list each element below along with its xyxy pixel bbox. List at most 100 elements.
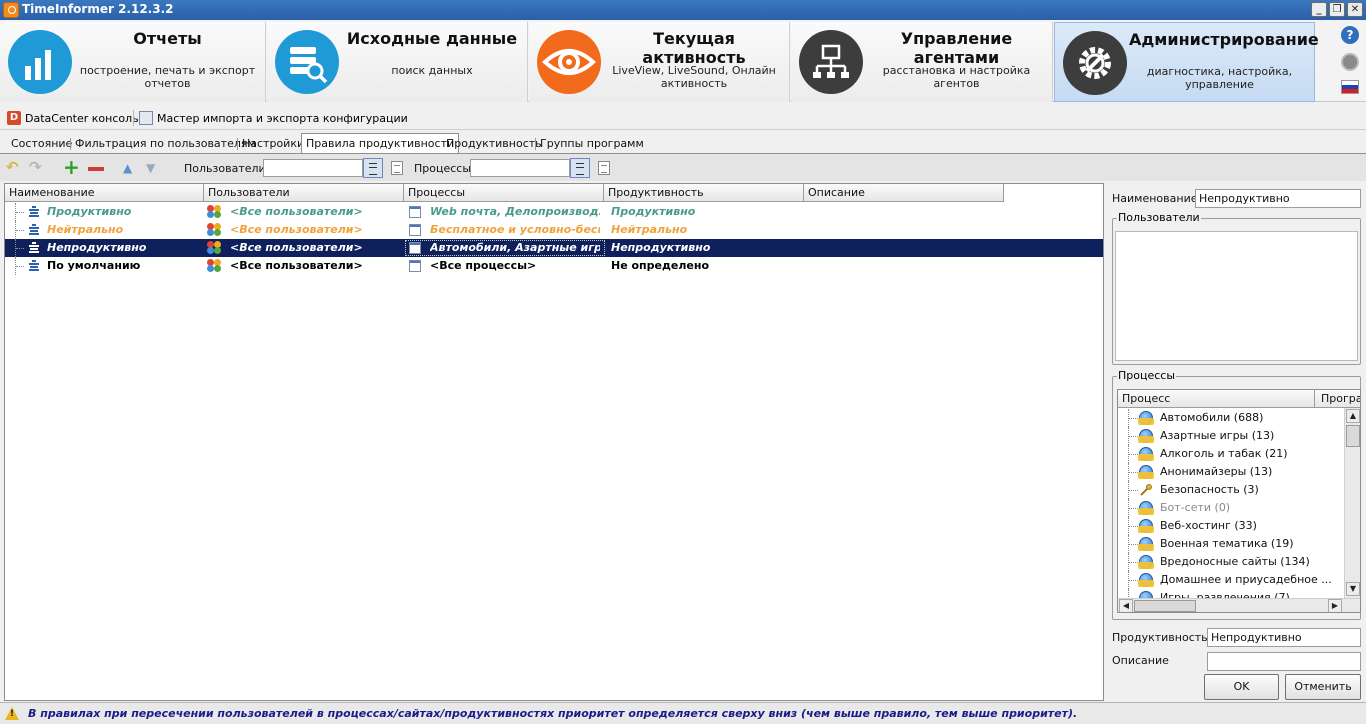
import-export-wizard-button[interactable]: Мастер импорта и экспорта конфигурации	[139, 109, 408, 127]
users-filter-input[interactable]	[263, 159, 363, 177]
table-row[interactable]: По умолчанию <Все пользователи> <Все проце…	[5, 257, 1103, 275]
globe-icon	[1138, 501, 1154, 515]
description-label: Описание	[1112, 654, 1169, 667]
cell-users: <Все пользователи>	[230, 259, 363, 272]
cell-processes: Бесплатное и условно-бесп...	[430, 223, 600, 236]
nav-title: Исходные данные	[346, 29, 518, 48]
list-item[interactable]: Военная тематика (19)	[1118, 535, 1344, 553]
tree-connector	[1128, 517, 1138, 535]
column-header-name[interactable]: Наименование	[5, 184, 204, 202]
productivity-select[interactable]: Непродуктивно	[1207, 628, 1361, 647]
tree-connector	[1128, 499, 1138, 517]
scroll-up-arrow[interactable]: ▲	[1346, 409, 1360, 423]
processes-filter-button[interactable]	[570, 158, 590, 178]
users-group-icon	[207, 205, 223, 219]
table-row[interactable]: Продуктивно <Все пользователи> Web почта, …	[5, 203, 1103, 221]
remove-rule-icon[interactable]	[88, 167, 104, 171]
tree-connector	[1128, 409, 1138, 427]
scroll-left-arrow[interactable]: ◀	[1119, 599, 1133, 612]
productivity-label: Продуктивность	[1112, 631, 1208, 644]
move-down-icon[interactable]: ▼	[146, 160, 162, 176]
list-item[interactable]: Домашнее и приусадебное ...	[1118, 571, 1344, 589]
nav-subtitle: расстановка и настройка агентов	[882, 64, 1031, 90]
users-filter-button[interactable]	[363, 158, 383, 178]
minimize-button[interactable]: _	[1311, 2, 1327, 17]
column-header-users[interactable]: Пользователи	[204, 184, 404, 202]
scroll-down-arrow[interactable]: ▼	[1346, 582, 1360, 596]
tab-program-groups[interactable]: Группы программ	[536, 135, 648, 153]
tab-productivity[interactable]: Продуктивность	[442, 135, 546, 153]
status-message: В правилах при пересечении пользователей…	[28, 707, 1078, 720]
cancel-button[interactable]: Отменить	[1285, 674, 1361, 700]
cell-users: <Все пользователи>	[230, 241, 363, 254]
tab-status[interactable]: Состояние	[7, 135, 76, 153]
cell-productivity: Непродуктивно	[611, 241, 711, 254]
users-list[interactable]	[1115, 231, 1358, 361]
list-item[interactable]: Алкоголь и табак (21)	[1118, 445, 1344, 463]
wizard-icon	[139, 111, 153, 125]
tab-productivity-rules[interactable]: Правила продуктивности	[301, 133, 460, 153]
cell-users: <Все пользователи>	[230, 205, 363, 218]
rule-icon	[28, 223, 40, 237]
users-group-icon	[207, 259, 223, 273]
column-header-processes[interactable]: Процессы	[404, 184, 604, 202]
column-header-description[interactable]: Описание	[804, 184, 1004, 202]
list-item[interactable]: Безопасность (3)	[1118, 481, 1344, 499]
processes-tree[interactable]: Процесс Програ Автомобили (688) Азартные …	[1117, 389, 1361, 613]
scroll-right-arrow[interactable]: ▶	[1328, 599, 1342, 612]
gear-wrench-icon	[1063, 31, 1127, 95]
users-group-title: Пользователи	[1117, 211, 1201, 224]
cell-name: По умолчанию	[47, 259, 141, 272]
globe-icon	[1138, 465, 1154, 479]
list-item[interactable]: Веб-хостинг (33)	[1118, 517, 1344, 535]
ok-button[interactable]: OK	[1204, 674, 1279, 700]
list-item[interactable]: Автомобили (688)	[1118, 409, 1344, 427]
settings-icon[interactable]	[1341, 53, 1359, 71]
nav-tile-agents[interactable]: Управление агентами расстановка и настро…	[791, 22, 1053, 102]
scroll-thumb[interactable]	[1346, 425, 1360, 447]
processes-horizontal-scrollbar[interactable]: ◀ ▶	[1118, 598, 1360, 612]
table-row[interactable]: Нейтрально <Все пользователи> Бесплатное и…	[5, 221, 1103, 239]
move-up-icon[interactable]: ▲	[123, 160, 139, 176]
tab-settings[interactable]: Настройки	[238, 135, 308, 153]
column-header-program[interactable]: Програ	[1315, 390, 1360, 408]
users-filter-clear-icon[interactable]	[391, 161, 403, 175]
processes-filter-input[interactable]	[470, 159, 570, 177]
datacenter-console-button[interactable]: D DataCenter консоль	[7, 109, 139, 127]
processes-filter-clear-icon[interactable]	[598, 161, 610, 175]
list-item[interactable]: Бот-сети (0)	[1118, 499, 1344, 517]
rule-name-input[interactable]: Непродуктивно	[1195, 189, 1361, 208]
column-header-process[interactable]: Процесс	[1118, 390, 1315, 408]
tab-user-filtering[interactable]: Фильтрация по пользователям	[71, 135, 260, 153]
russian-flag-icon[interactable]	[1341, 80, 1359, 94]
users-filter-label: Пользователи	[184, 162, 266, 175]
cell-processes: Web почта, Делопроизвод...	[430, 205, 600, 218]
rule-icon	[28, 205, 40, 219]
description-input[interactable]	[1207, 652, 1361, 671]
tree-connector	[1128, 463, 1138, 481]
list-item[interactable]: Анонимайзеры (13)	[1118, 463, 1344, 481]
scroll-thumb-horizontal[interactable]	[1134, 600, 1196, 612]
list-item[interactable]: Азартные игры (13)	[1118, 427, 1344, 445]
help-icon[interactable]: ?	[1341, 26, 1359, 44]
cell-name: Нейтрально	[47, 223, 124, 236]
nav-title: Управление агентами	[900, 29, 1013, 67]
nav-tile-reports[interactable]: Отчеты построение, печать и экспорт отче…	[0, 22, 266, 102]
list-item[interactable]: Вредоносные сайты (134)	[1118, 553, 1344, 571]
processes-tree-header: Процесс Програ	[1118, 390, 1360, 408]
processes-vertical-scrollbar[interactable]: ▲ ▼	[1344, 408, 1360, 598]
tree-connector	[15, 257, 24, 275]
nav-tile-source-data[interactable]: Исходные данные поиск данных	[267, 22, 528, 102]
rule-name-label: Наименование	[1112, 192, 1198, 205]
column-header-productivity[interactable]: Продуктивность	[604, 184, 804, 202]
table-row[interactable]: Непродуктивно <Все пользователи> Автомобил…	[5, 239, 1103, 257]
nav-tile-administration[interactable]: Администрирование диагностика, настройка…	[1054, 22, 1319, 102]
restore-button[interactable]: ❐	[1329, 2, 1345, 17]
status-bar: В правилах при пересечении пользователей…	[0, 702, 1366, 724]
nav-tile-current-activity[interactable]: Текущая активность LiveView, LiveSound, …	[529, 22, 790, 102]
process-label: Веб-хостинг (33)	[1160, 519, 1257, 532]
redo-icon[interactable]: ↷	[29, 160, 45, 176]
undo-icon[interactable]: ↶	[6, 160, 22, 176]
add-rule-icon[interactable]: +	[63, 157, 80, 177]
close-button[interactable]: ✕	[1347, 2, 1363, 17]
